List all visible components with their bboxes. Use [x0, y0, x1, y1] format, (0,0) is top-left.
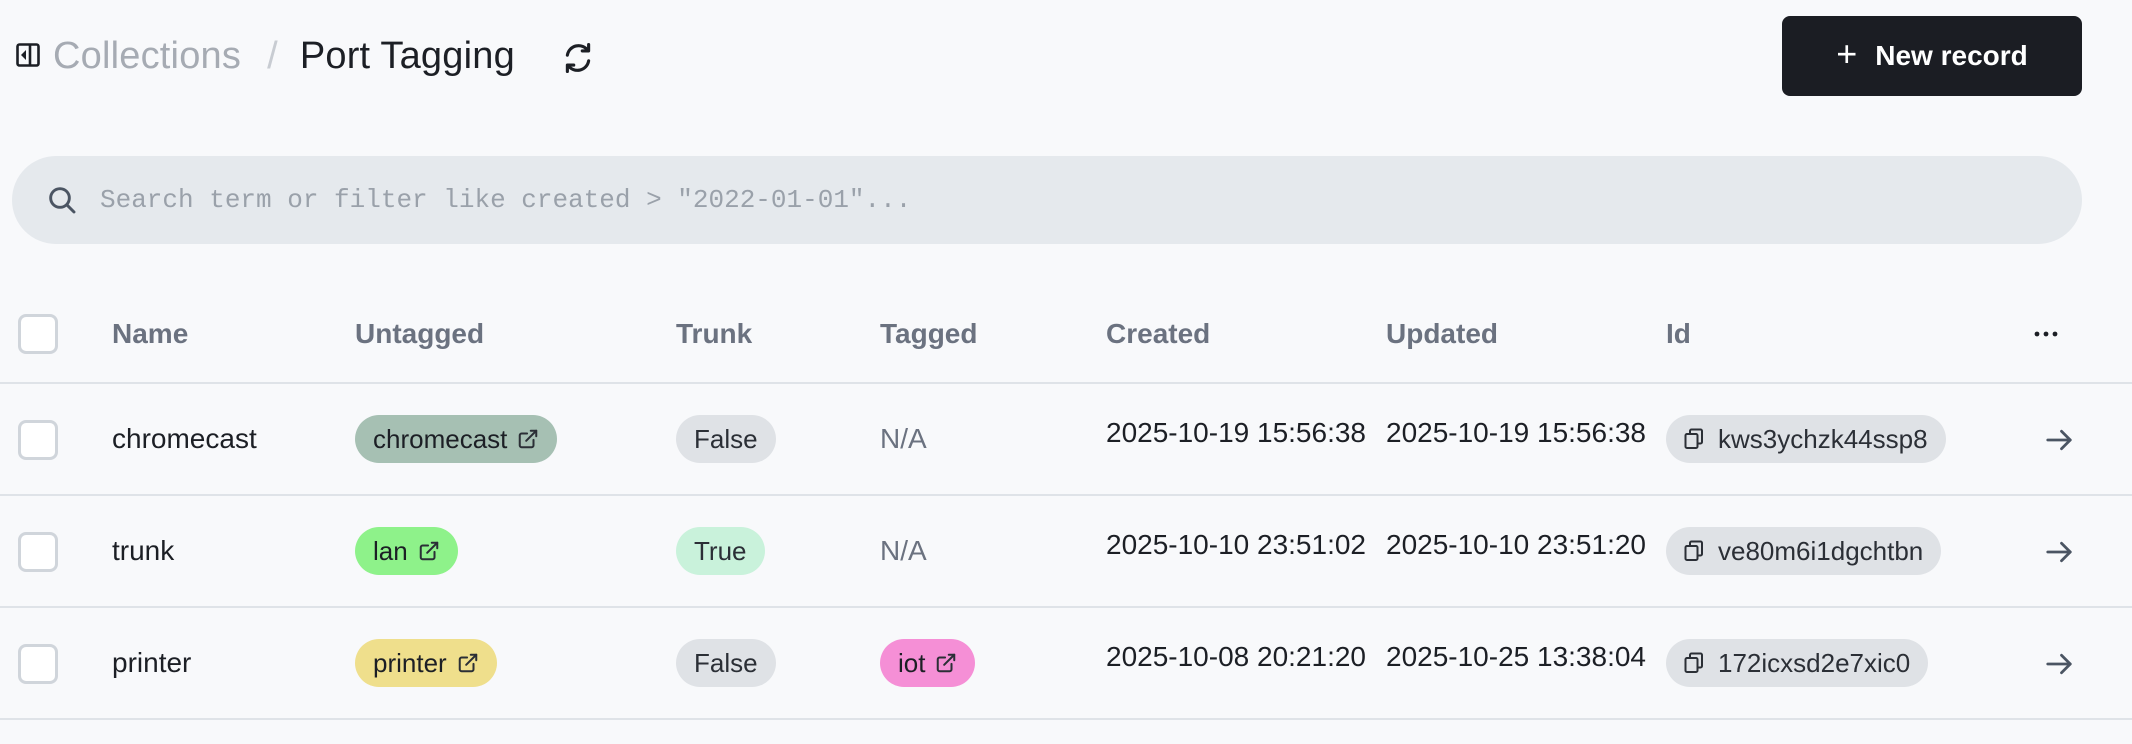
- arrow-right-icon[interactable]: [2044, 425, 2074, 455]
- new-record-button[interactable]: + New record: [1782, 16, 2082, 96]
- created-datetime: 2025-10-10 23:51:02: [1106, 529, 1366, 560]
- row-checkbox[interactable]: [18, 532, 58, 572]
- arrow-right-icon[interactable]: [2044, 649, 2074, 679]
- tagged-relation-label: iot: [898, 647, 926, 678]
- column-header-updated[interactable]: Updated: [1386, 284, 1498, 384]
- cell-trunk: True: [676, 496, 765, 606]
- external-link-icon: [419, 541, 438, 561]
- copy-icon: [1684, 540, 1703, 561]
- copy-id-chip[interactable]: ve80m6i1dgchtbn: [1666, 527, 1942, 575]
- trunk-value-badge: False: [676, 639, 776, 687]
- updated-datetime: 2025-10-25 13:38:04: [1386, 641, 1646, 672]
- record-id: kws3ychzk44ssp8: [1718, 423, 1928, 454]
- untagged-relation-label: printer: [373, 647, 447, 678]
- untagged-relation-label: lan: [373, 535, 408, 566]
- created-datetime: 2025-10-08 20:21:20: [1106, 641, 1366, 672]
- tagged-empty-value: N/A: [880, 535, 927, 566]
- external-link-icon: [937, 653, 956, 673]
- table-header: Name Untagged Trunk Tagged Created Updat…: [0, 284, 2132, 384]
- breadcrumb-separator: /: [267, 34, 278, 77]
- trunk-value-badge: True: [676, 527, 765, 575]
- cell-id: ve80m6i1dgchtbn: [1666, 496, 1942, 606]
- cell-untagged: lan: [355, 496, 458, 606]
- sidebar-toggle-icon[interactable]: [16, 43, 40, 67]
- cell-trunk: False: [676, 608, 776, 718]
- page-header: Collections / Port Tagging + New record: [0, 0, 2132, 112]
- updated-datetime: 2025-10-19 15:56:38: [1386, 417, 1646, 448]
- refresh-icon: [565, 42, 591, 74]
- cell-trunk: False: [676, 384, 776, 494]
- search-icon: [49, 187, 76, 214]
- copy-icon: [1684, 652, 1703, 673]
- new-record-label: New record: [1875, 40, 2028, 71]
- plus-icon: +: [1836, 33, 1858, 74]
- untagged-relation-chip[interactable]: lan: [355, 527, 458, 575]
- record-name: chromecast: [112, 423, 257, 454]
- records-table: Name Untagged Trunk Tagged Created Updat…: [0, 284, 2132, 720]
- refresh-button[interactable]: [556, 36, 600, 80]
- column-header-trunk[interactable]: Trunk: [676, 284, 752, 384]
- untagged-relation-label: chromecast: [373, 423, 508, 454]
- columns-menu-button[interactable]: [2030, 318, 2062, 350]
- arrow-right-icon[interactable]: [2044, 537, 2074, 567]
- cell-tagged: iot iot: [880, 608, 976, 718]
- copy-id-chip[interactable]: kws3ychzk44ssp8: [1666, 415, 1946, 463]
- cell-name: printer: [112, 608, 191, 718]
- cell-created: 2025-10-19 15:56:38: [1106, 384, 1366, 494]
- breadcrumb: Collections / Port Tagging: [53, 30, 515, 82]
- search-bar: [12, 156, 2082, 244]
- untagged-relation-chip[interactable]: printer: [355, 639, 497, 687]
- cell-id: kws3ychzk44ssp8: [1666, 384, 1946, 494]
- created-datetime: 2025-10-19 15:56:38: [1106, 417, 1366, 448]
- trunk-value-badge: False: [676, 415, 776, 463]
- tagged-relation-chip[interactable]: iot: [880, 639, 976, 687]
- cell-updated: 2025-10-19 15:56:38: [1386, 384, 1646, 494]
- cell-untagged: chromecast: [355, 384, 558, 494]
- column-header-created[interactable]: Created: [1106, 284, 1210, 384]
- cell-updated: 2025-10-25 13:38:04: [1386, 608, 1646, 718]
- breadcrumb-collections-link[interactable]: Collections: [53, 35, 241, 78]
- record-id: 172icxsd2e7xic0: [1718, 647, 1911, 678]
- table-row[interactable]: printer printer False iot iot: [0, 608, 2132, 720]
- record-id: ve80m6i1dgchtbn: [1718, 535, 1924, 566]
- row-checkbox[interactable]: [18, 420, 58, 460]
- cell-tagged: N/A N/A: [880, 496, 927, 606]
- column-header-id[interactable]: Id: [1666, 284, 1691, 384]
- row-checkbox[interactable]: [18, 644, 58, 684]
- copy-icon: [1684, 428, 1703, 449]
- table-body: chromecast chromecast False N/A N/A: [0, 384, 2132, 720]
- table-row[interactable]: chromecast chromecast False N/A N/A: [0, 384, 2132, 496]
- column-header-tagged[interactable]: Tagged: [880, 284, 977, 384]
- page-title: Port Tagging: [299, 34, 515, 77]
- cell-untagged: printer: [355, 608, 497, 718]
- select-all-checkbox[interactable]: [18, 314, 58, 354]
- copy-id-chip[interactable]: 172icxsd2e7xic0: [1666, 639, 1929, 687]
- cell-id: 172icxsd2e7xic0: [1666, 608, 1929, 718]
- table-row[interactable]: trunk lan True N/A N/A: [0, 496, 2132, 608]
- record-name: trunk: [112, 535, 175, 566]
- tagged-empty-value: N/A: [880, 423, 927, 454]
- external-link-icon: [458, 653, 477, 673]
- updated-datetime: 2025-10-10 23:51:20: [1386, 529, 1646, 560]
- cell-tagged: N/A N/A: [880, 384, 927, 494]
- more-horizontal-icon: [2034, 331, 2058, 337]
- search-input[interactable]: [98, 156, 2058, 244]
- column-header-name[interactable]: Name: [112, 284, 188, 384]
- cell-name: trunk: [112, 496, 174, 606]
- untagged-relation-chip[interactable]: chromecast: [355, 415, 558, 463]
- external-link-icon: [519, 429, 538, 449]
- cell-created: 2025-10-10 23:51:02: [1106, 496, 1366, 606]
- cell-created: 2025-10-08 20:21:20: [1106, 608, 1366, 718]
- record-name: printer: [112, 647, 192, 678]
- cell-name: chromecast: [112, 384, 257, 494]
- column-header-untagged[interactable]: Untagged: [355, 284, 484, 384]
- cell-updated: 2025-10-10 23:51:20: [1386, 496, 1646, 606]
